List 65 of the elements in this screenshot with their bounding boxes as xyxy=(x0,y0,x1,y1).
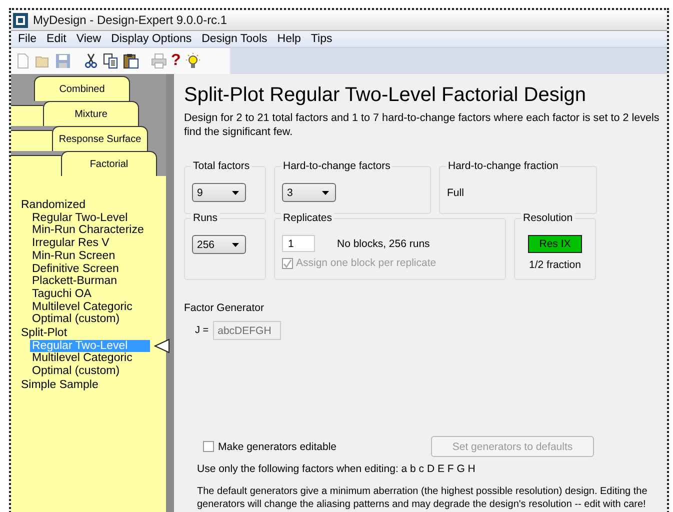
group-title: Total factors xyxy=(191,160,252,172)
group-title: Resolution xyxy=(521,212,575,224)
caret-icon xyxy=(322,190,329,194)
generator-label: J = xyxy=(195,325,209,336)
group-title: Replicates xyxy=(281,212,334,224)
menu-item[interactable]: Edit xyxy=(42,33,72,45)
dropdown[interactable]: 256 xyxy=(192,235,246,254)
dropdown[interactable]: 9 xyxy=(192,183,246,202)
tree-item[interactable]: Randomized xyxy=(21,198,86,212)
tree-item[interactable]: Multilevel Categoric xyxy=(30,352,150,366)
category-tab[interactable]: Response Surface xyxy=(52,126,148,151)
tree-item[interactable]: Regular Two-Level xyxy=(30,212,150,224)
category-tab[interactable]: Mixture xyxy=(43,101,139,126)
tree-item[interactable]: Min-Run Screen xyxy=(30,250,150,263)
menu-item[interactable]: Help xyxy=(272,33,306,45)
tree-item[interactable]: Irregular Res V xyxy=(30,237,150,250)
menu-item[interactable]: Tips xyxy=(306,33,338,45)
copy-icon[interactable] xyxy=(103,53,119,69)
tab-background xyxy=(11,130,52,151)
checkbox-label: Assign one block per replicate xyxy=(296,257,436,269)
menu-item[interactable]: Display Options xyxy=(106,33,197,45)
dropdown-value: 9 xyxy=(197,186,203,198)
group-title: Hard-to-change fraction xyxy=(446,160,560,172)
tree-item[interactable]: Taguchi OA xyxy=(30,288,150,301)
scissors-icon[interactable] xyxy=(83,53,99,69)
resolution-badge: Res IX xyxy=(528,235,582,253)
group-title: Runs xyxy=(191,212,220,224)
checkbox-label: Make generators editable xyxy=(218,440,336,452)
description-text: Design for 2 to 21 total factors and 1 to 7 hard-to-change factors where each factor is set to 2 levels xyxy=(184,111,660,125)
tree-item[interactable]: Min-Run Characterize xyxy=(30,224,150,238)
hint-text: Use only the following factors when editing: a b c D E F G H xyxy=(197,463,476,475)
help-button[interactable]: ? xyxy=(171,53,181,69)
tree-item[interactable]: Plackett-Burman xyxy=(30,275,150,288)
caret-icon xyxy=(232,242,239,246)
dropdown-value: 256 xyxy=(197,238,215,250)
menu-item[interactable]: Design Tools xyxy=(196,33,272,45)
tab-background xyxy=(11,105,43,126)
window-title: MyDesign - Design-Expert 9.0.0-rc.1 xyxy=(33,13,228,27)
clipboard-icon[interactable] xyxy=(123,53,139,69)
runs-summary: No blocks, 256 runs xyxy=(337,238,430,250)
tree-item[interactable]: Simple Sample xyxy=(21,378,98,392)
caret-icon xyxy=(232,190,239,194)
fraction-value: Full xyxy=(447,187,465,199)
tree-item[interactable]: Optimal (custom) xyxy=(30,365,150,378)
warning-text: The default generators give a minimum aberration (the highest possible resolution) design. Editing the generators will change the aliasing patterns and may degrade the design's resolution -- edit with care! xyxy=(197,485,648,511)
dropdown-value: 3 xyxy=(287,186,293,198)
checkbox[interactable] xyxy=(203,441,214,452)
group-title: Hard-to-change factors xyxy=(281,160,392,172)
app-icon xyxy=(13,12,28,28)
menu-item[interactable]: File xyxy=(13,33,42,45)
tree-item[interactable]: Definitive Screen xyxy=(30,262,150,276)
description-text: find the significant few. xyxy=(184,125,293,139)
page-title: Split-Plot Regular Two-Level Factorial Design xyxy=(184,84,588,107)
replicates-field[interactable]: 1 xyxy=(282,235,315,252)
fraction-text: 1/2 fraction xyxy=(528,259,582,271)
tree-item[interactable]: Multilevel Categoric xyxy=(30,300,150,314)
light-bulb-icon[interactable] xyxy=(184,53,201,69)
category-tab[interactable]: Factorial xyxy=(61,151,157,177)
menu-item[interactable]: View xyxy=(71,33,106,45)
section-label: Factor Generator xyxy=(184,302,265,314)
category-tab[interactable]: Combined xyxy=(34,76,130,101)
pointer-icon xyxy=(154,339,170,353)
tree-item[interactable]: Split-Plot xyxy=(21,326,68,340)
tree-item[interactable]: Optimal (custom) xyxy=(30,313,150,326)
dropdown[interactable]: 3 xyxy=(282,183,336,202)
